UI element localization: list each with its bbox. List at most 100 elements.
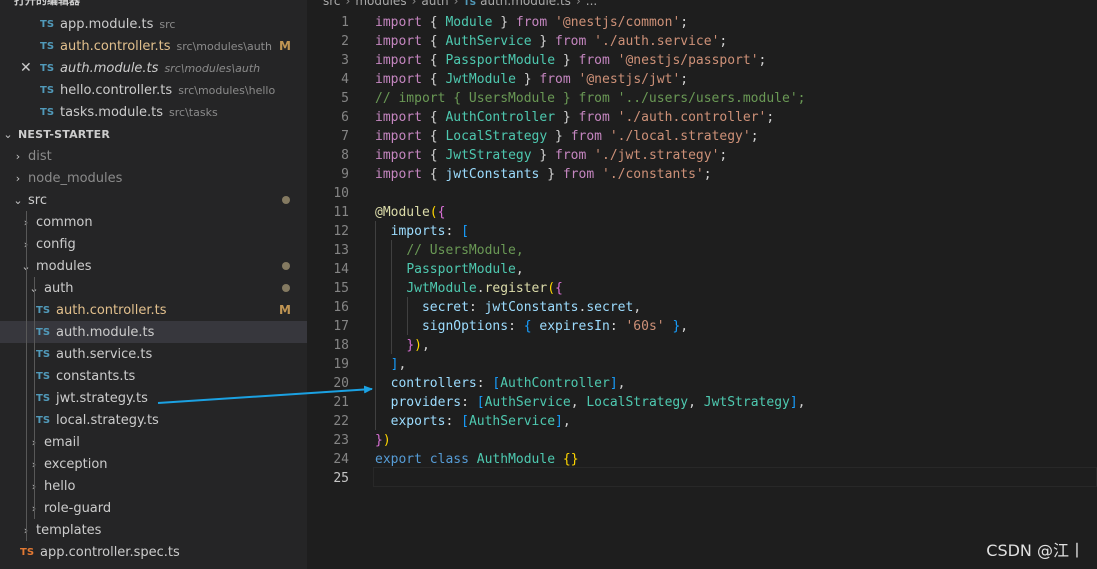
code-line[interactable]: 24 export class AuthModule {} (307, 450, 1097, 469)
open-editor-item[interactable]: TS hello.controller.ts src\modules\hello (0, 79, 307, 101)
tree-folder-role-guard[interactable]: › role-guard (0, 497, 307, 519)
code-line[interactable]: 5 // import { UsersModule } from '../user… (307, 89, 1097, 108)
breadcrumb-separator-icon: › (411, 0, 417, 8)
tree-label: email (44, 434, 80, 450)
typescript-file-icon: TS (40, 40, 55, 52)
chevron-right-icon: › (15, 149, 21, 163)
code-line[interactable]: 18 }), (307, 336, 1097, 355)
line-number: 3 (341, 53, 349, 68)
modified-dot-icon (282, 196, 290, 204)
open-editor-path: src\modules\auth (176, 39, 272, 53)
typescript-file-icon: TS (40, 18, 55, 30)
open-editor-item[interactable]: TS tasks.module.ts src\tasks (0, 101, 307, 123)
line-number: 23 (333, 433, 349, 448)
typescript-file-icon: TS (36, 348, 51, 360)
tree-file-jwt-strategy[interactable]: TS jwt.strategy.ts (0, 387, 307, 409)
breadcrumb-item[interactable]: auth (421, 0, 448, 8)
explorer-section-header[interactable]: ⌄ NEST-STARTER (0, 123, 307, 145)
tree-label: exception (44, 456, 108, 472)
tree-label: auth.module.ts (56, 324, 155, 340)
chevron-right-icon: › (15, 171, 21, 185)
watermark: CSDN @江丨 (986, 541, 1085, 560)
tree-folder-hello[interactable]: › hello (0, 475, 307, 497)
tree-folder-src[interactable]: ⌄ src (0, 189, 307, 211)
code-line[interactable]: 12 imports: [ (307, 222, 1097, 241)
code-line[interactable]: 2 import { AuthService } from './auth.ser… (307, 32, 1097, 51)
tree-folder-exception[interactable]: › exception (0, 453, 307, 475)
code-text: signOptions: { expiresIn: '60s' }, (421, 319, 689, 334)
code-line[interactable]: 22 exports: [AuthService], (307, 412, 1097, 431)
line-number: 15 (333, 281, 349, 296)
open-editors-header[interactable]: 打开的编辑器 (14, 0, 80, 8)
tree-file-app-controller-spec[interactable]: TS app.controller.spec.ts (0, 541, 307, 563)
code-line[interactable]: 19 ], (307, 355, 1097, 374)
code-line[interactable]: 9 import { jwtConstants } from './constan… (307, 165, 1097, 184)
tree-file-auth-module[interactable]: TS auth.module.ts (0, 321, 307, 343)
tree-file-auth-controller[interactable]: TS auth.controller.ts M (0, 299, 307, 321)
code-line[interactable]: 4 import { JwtModule } from '@nestjs/jwt'… (307, 70, 1097, 89)
typescript-file-icon: TS (36, 392, 51, 404)
code-line[interactable]: 13 // UsersModule, (307, 241, 1097, 260)
code-line[interactable]: 1 import { Module } from '@nestjs/common'… (307, 13, 1097, 32)
tree-folder-modules[interactable]: ⌄ modules (0, 255, 307, 277)
code-editor[interactable]: src › modules › auth › TS auth.module.ts ›... 1 i… (307, 0, 1097, 569)
code-line[interactable]: 15 JwtModule.register({ (307, 279, 1097, 298)
code-line[interactable]: 14 PassportModule, (307, 260, 1097, 279)
chevron-down-icon: ⌄ (3, 127, 13, 141)
typescript-file-icon: TS (36, 414, 51, 426)
tree-label: config (36, 236, 76, 252)
tree-folder-auth[interactable]: ⌄ auth (0, 277, 307, 299)
tree-folder-email[interactable]: › email (0, 431, 307, 453)
line-number: 24 (333, 452, 349, 467)
code-text: providers: [AuthService, LocalStrategy, … (390, 395, 806, 410)
modified-dot-icon (282, 284, 290, 292)
code-line[interactable]: 25 (307, 469, 1097, 488)
code-line[interactable]: 20 controllers: [AuthController], (307, 374, 1097, 393)
tree-folder-common[interactable]: › common (0, 211, 307, 233)
tree-file-auth-service[interactable]: TS auth.service.ts (0, 343, 307, 365)
tree-folder-dist[interactable]: › dist (0, 145, 307, 167)
code-line[interactable]: 10 (307, 184, 1097, 203)
open-editor-item[interactable]: TS auth.controller.ts src\modules\auth M (0, 35, 307, 57)
tree-label: node_modules (28, 170, 123, 186)
code-line[interactable]: 7 import { LocalStrategy } from './local.… (307, 127, 1097, 146)
tree-folder-node-modules[interactable]: › node_modules (0, 167, 307, 189)
breadcrumb[interactable]: src › modules › auth › TS auth.module.ts ›... (323, 0, 597, 8)
tree-folder-config[interactable]: › config (0, 233, 307, 255)
open-editor-item[interactable]: TS app.module.ts src (0, 13, 307, 35)
tree-folder-templates[interactable]: › templates (0, 519, 307, 541)
breadcrumb-item[interactable]: src (323, 0, 341, 8)
code-line[interactable]: 21 providers: [AuthService, LocalStrateg… (307, 393, 1097, 412)
tree-file-local-strategy[interactable]: TS local.strategy.ts (0, 409, 307, 431)
breadcrumb-item[interactable]: ... (586, 0, 597, 8)
breadcrumb-item[interactable]: modules (355, 0, 406, 8)
open-editor-filename: app.module.ts (60, 16, 154, 32)
breadcrumb-item[interactable]: auth.module.ts (480, 0, 571, 8)
code-line[interactable]: 23}) (307, 431, 1097, 450)
code-text: exports: [AuthService], (390, 414, 571, 429)
line-number: 19 (333, 357, 349, 372)
code-line[interactable]: 3 import { PassportModule } from '@nestjs… (307, 51, 1097, 70)
breadcrumb-separator-icon: › (453, 0, 459, 8)
code-text: // import { UsersModule } from '../users… (375, 91, 806, 106)
code-line[interactable]: 11 @Module({ (307, 203, 1097, 222)
typescript-file-icon: TS (40, 84, 55, 96)
tree-file-constants[interactable]: TS constants.ts (0, 365, 307, 387)
code-line[interactable]: 16 secret: jwtConstants.secret, (307, 298, 1097, 317)
typescript-file-icon: TS (463, 0, 477, 8)
tree-label: app.controller.spec.ts (40, 544, 180, 560)
line-number: 9 (341, 167, 349, 182)
breadcrumb-separator-icon: › (345, 0, 351, 8)
close-icon[interactable]: ✕ (20, 60, 32, 76)
code-text: import { JwtStrategy } from './jwt.strat… (375, 148, 728, 163)
typescript-test-file-icon: TS (20, 546, 35, 558)
code-line[interactable]: 8 import { JwtStrategy } from './jwt.stra… (307, 146, 1097, 165)
code-text: import { AuthController } from './auth.c… (375, 110, 775, 125)
code-line[interactable]: 17 signOptions: { expiresIn: '60s' }, (307, 317, 1097, 336)
typescript-file-icon: TS (40, 106, 55, 118)
tree-label: auth.controller.ts (56, 302, 167, 318)
line-number: 16 (333, 300, 349, 315)
open-editor-item-active[interactable]: ✕ TS auth.module.ts src\modules\auth (0, 57, 307, 79)
code-line[interactable]: 6 import { AuthController } from './auth.… (307, 108, 1097, 127)
open-editor-filename: hello.controller.ts (60, 82, 173, 98)
